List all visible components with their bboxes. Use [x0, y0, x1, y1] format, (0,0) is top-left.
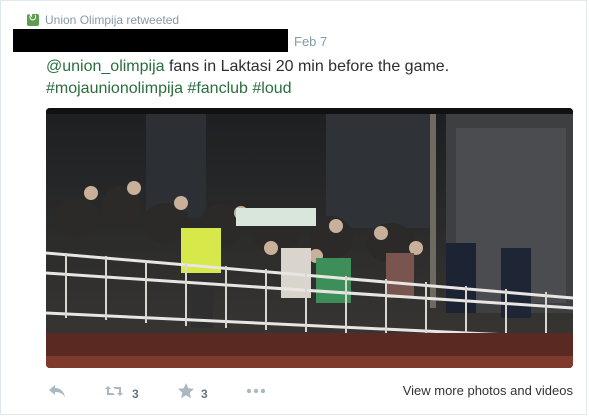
- tweet-text: @union_olimpija fans in Laktasi 20 min b…: [46, 56, 566, 100]
- hashtag-link[interactable]: #loud: [252, 80, 291, 97]
- reply-icon[interactable]: [48, 384, 66, 403]
- retweet-label[interactable]: Union Olimpija retweeted: [45, 13, 179, 27]
- retweet-icon[interactable]: [104, 384, 124, 403]
- author-name-redacted: [13, 29, 288, 52]
- more-options-icon[interactable]: [245, 381, 267, 406]
- favorite-star-icon[interactable]: [177, 382, 195, 405]
- favorite-count[interactable]: 3: [201, 387, 208, 401]
- tweet-body: fans in Laktasi 20 min before the game.: [164, 58, 450, 75]
- mention-link[interactable]: @union_olimpija: [46, 58, 165, 75]
- crowd-photo-illustration: [46, 108, 573, 368]
- tweet-actions: 3 3 View more photos and videos: [46, 378, 573, 404]
- hashtag-link[interactable]: #mojaunionolimpija: [46, 80, 183, 97]
- tweet-timestamp[interactable]: Feb 7: [294, 34, 327, 49]
- tweet-photo[interactable]: [46, 108, 573, 368]
- retweet-badge-icon: [27, 11, 39, 26]
- retweet-count[interactable]: 3: [132, 387, 139, 401]
- retweet-context: Union Olimpija retweeted: [27, 11, 179, 27]
- view-more-media-link[interactable]: View more photos and videos: [403, 383, 573, 398]
- hashtag-link[interactable]: #fanclub: [187, 80, 248, 97]
